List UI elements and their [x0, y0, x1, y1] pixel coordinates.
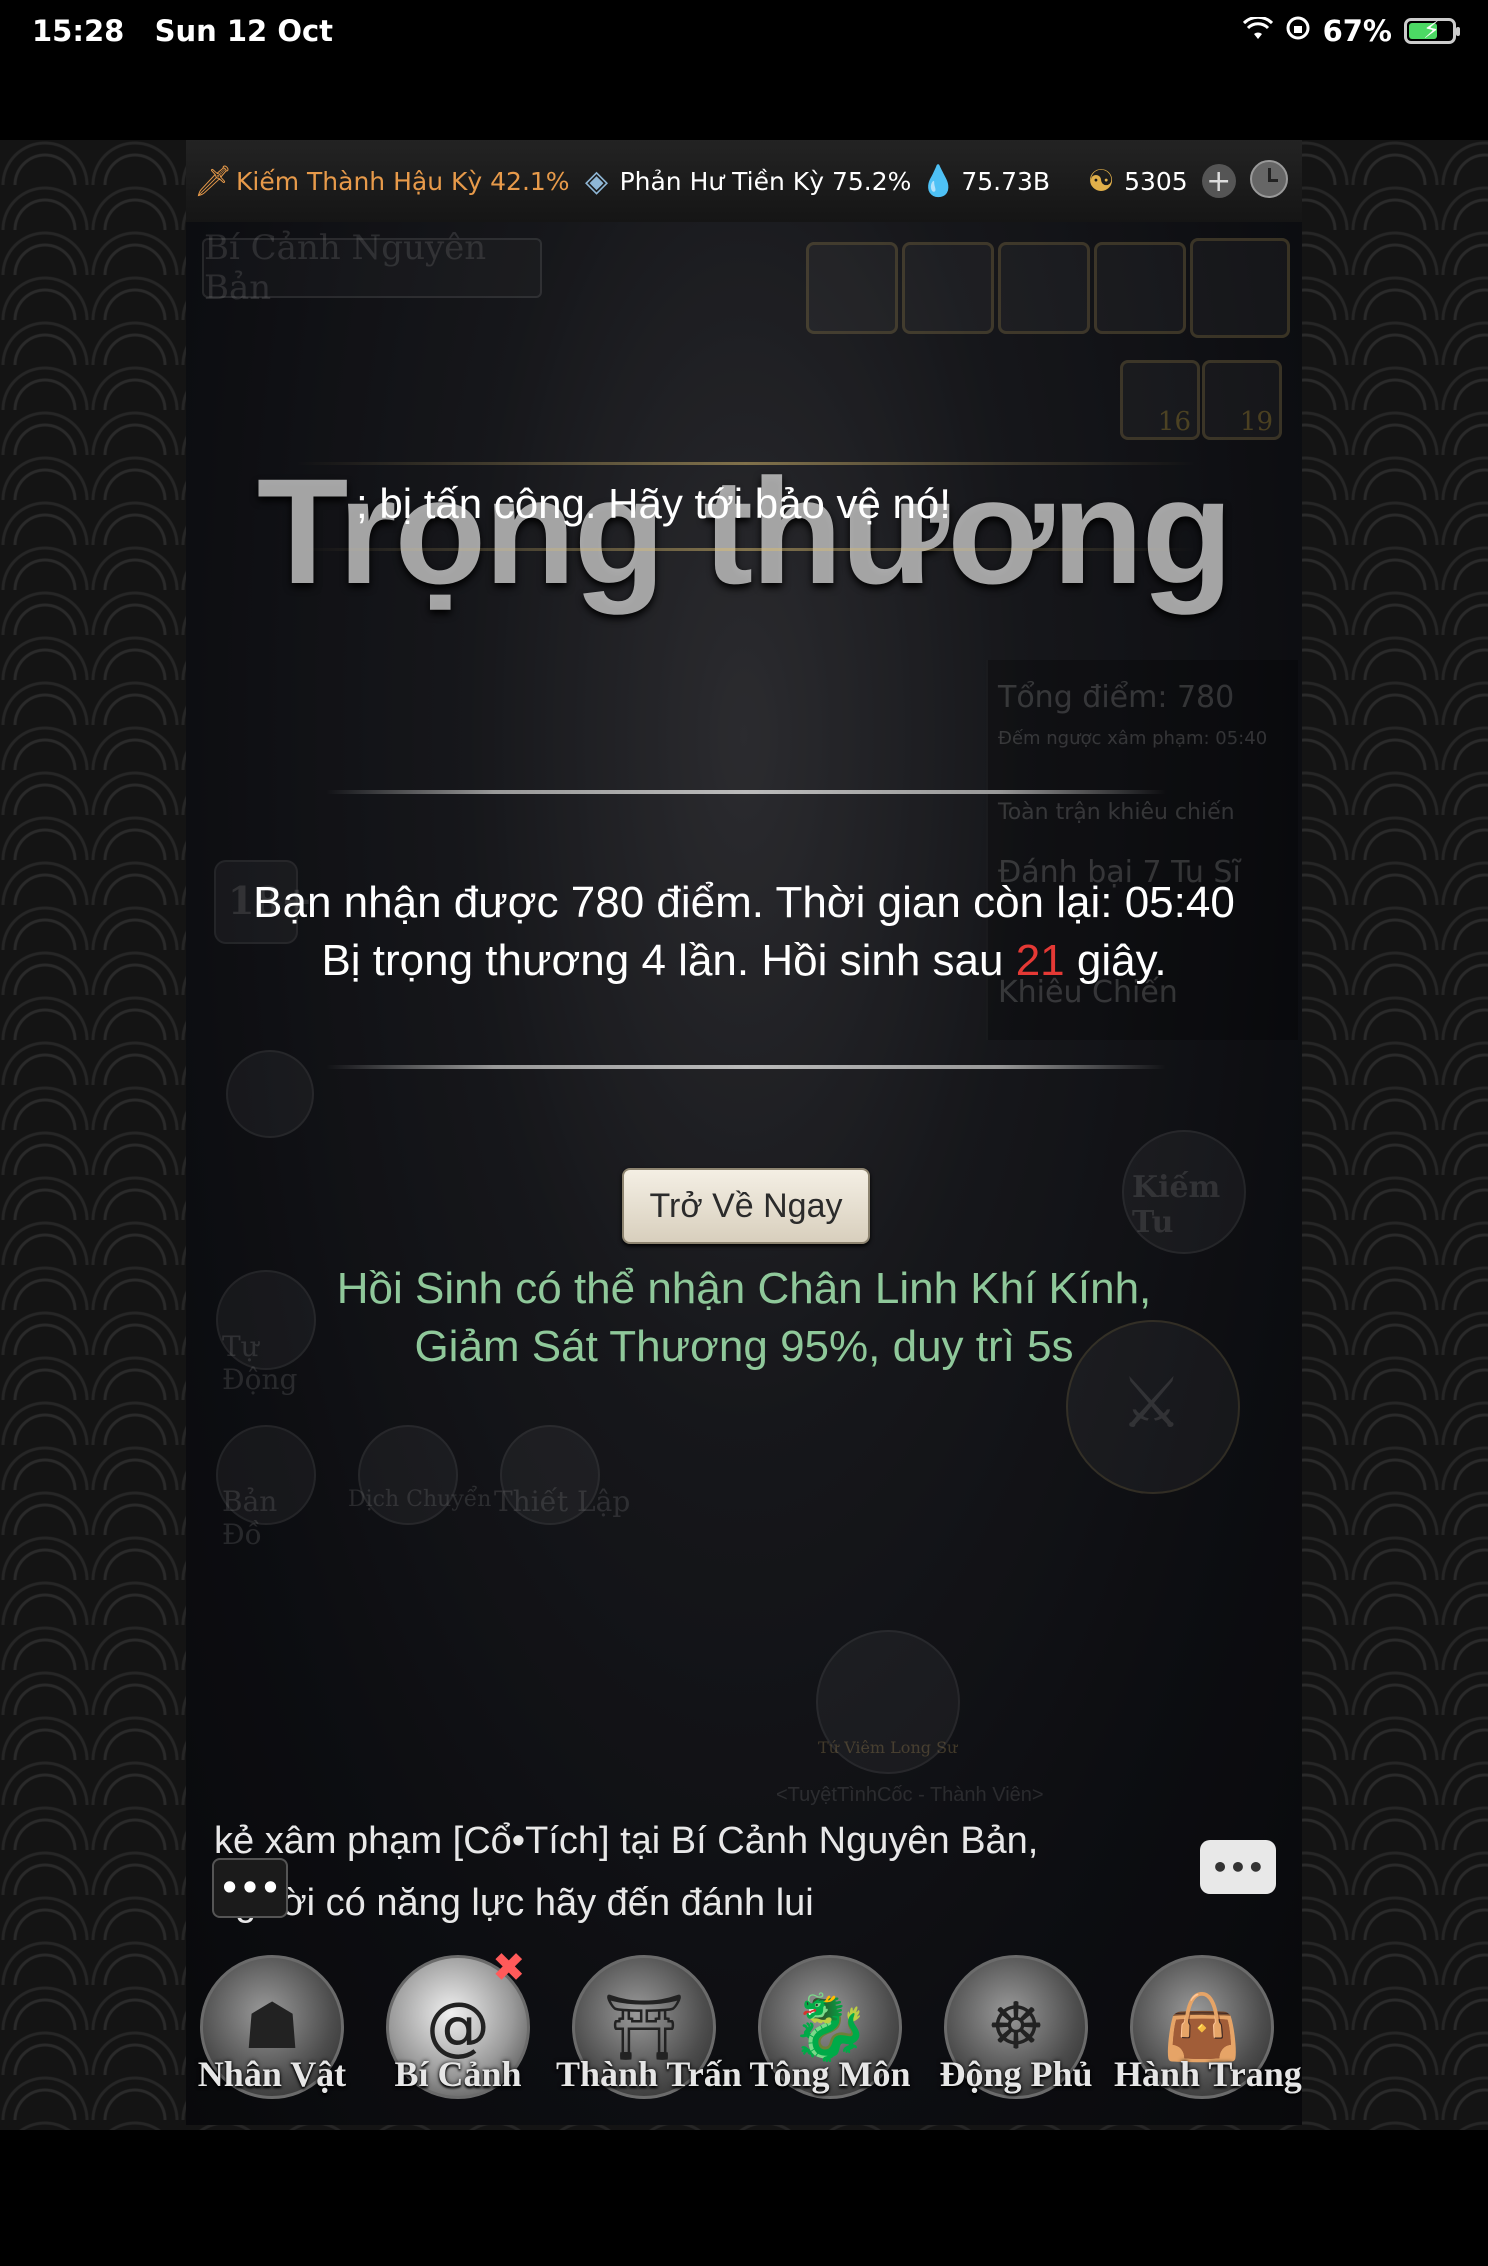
revive-prefix: Bị trọng thương 4 lần. Hồi sinh sau: [321, 936, 1016, 985]
nav-label: Bí Cảnh: [394, 2054, 522, 2094]
date-text: Sun 12 Oct: [154, 14, 334, 48]
coin-amount: 5305: [1124, 166, 1188, 196]
resource-bar: 🗡 Kiếm Thành Hậu Kỳ 42.1% ◈ Phản Hư Tiền…: [186, 140, 1302, 222]
time-text: 15:28: [32, 14, 125, 48]
battery-percent: 67%: [1322, 14, 1392, 48]
realm-sword-text: Kiếm Thành Hậu Kỳ 42.1%: [236, 166, 570, 196]
realm-cultivation[interactable]: ◈ Phản Hư Tiền Kỳ 75.2%: [580, 163, 912, 199]
nav-item-secret-realm[interactable]: @ ✖ Bí Cảnh: [380, 1945, 536, 2125]
buff-line-2: Giảm Sát Thương 95%, duy trì 5s: [414, 1322, 1074, 1371]
attack-alert: ; bị tấn công. Hãy tới bảo vệ nó!: [356, 480, 951, 527]
revive-suffix: giây.: [1064, 936, 1167, 985]
orientation-lock-icon: [1285, 14, 1311, 48]
battle-badge-icon: ✖: [492, 1945, 526, 1991]
fan-icon: ◈: [585, 163, 609, 199]
nav-item-character[interactable]: ☗ Nhân Vật: [194, 1945, 350, 2125]
nav-label: Nhân Vật: [197, 2054, 347, 2094]
crystal-icon: 💧: [919, 163, 958, 199]
nav-item-cave[interactable]: ☸ Động Phủ: [938, 1945, 1094, 2125]
nav-item-bag[interactable]: 👜 Hành Trang: [1114, 1945, 1302, 2125]
realm-cultivation-text: Phản Hư Tiền Kỳ 75.2%: [619, 166, 912, 196]
status-right: 67% ⚡: [1242, 14, 1460, 48]
bottom-nav: ☗ Nhân Vật @ ✖ Bí Cảnh ⛩ Thành Trấn 🐉 Tô…: [186, 1945, 1302, 2125]
add-coins-button[interactable]: +: [1201, 164, 1236, 199]
nav-label: Tông Môn: [749, 2054, 911, 2094]
divider-bottom: [326, 1065, 1166, 1069]
realm-sword[interactable]: 🗡 Kiếm Thành Hậu Kỳ 42.1%: [193, 163, 570, 199]
nav-item-sect[interactable]: 🐉 Tông Môn: [749, 1945, 911, 2125]
world-chat-message: kẻ xâm phạm [Cổ•Tích] tại Bí Cảnh Nguyên…: [214, 1810, 1154, 1934]
revive-seconds: 21: [1015, 936, 1065, 985]
game-viewport: Bí Cảnh Nguyên Bản 16 19 Tổng điểm: 780 …: [186, 140, 1302, 2125]
return-now-button[interactable]: Trở Về Ngay: [622, 1168, 870, 1244]
nav-item-town[interactable]: ⛩ Thành Trấn: [556, 1945, 742, 2125]
status-time: 15:28 Sun 12 Oct: [32, 14, 333, 48]
revive-buff-info: Hồi Sinh có thể nhận Chân Linh Khí Kính,…: [186, 1260, 1302, 1376]
status-bar: 15:28 Sun 12 Oct 67% ⚡: [0, 0, 1488, 64]
nav-label: Động Phủ: [939, 2054, 1093, 2094]
coin-icon: ☯: [1087, 163, 1115, 199]
chat-line-2: người có năng lực hãy đến đánh lui: [214, 1882, 814, 1924]
alert-line-top: [296, 462, 1196, 465]
clock-icon[interactable]: [1250, 160, 1288, 198]
divider-top: [326, 790, 1166, 794]
battery-icon: ⚡: [1404, 16, 1460, 44]
coin-resource[interactable]: ☯ 5305 +: [1084, 163, 1236, 199]
buff-line-1: Hồi Sinh có thể nhận Chân Linh Khí Kính,: [336, 1264, 1152, 1313]
chat-line-1: kẻ xâm phạm [Cổ•Tích] tại Bí Cảnh Nguyên…: [214, 1820, 1039, 1862]
nav-label: Thành Trấn: [556, 2054, 742, 2094]
chat-more-button[interactable]: •••: [212, 1858, 288, 1918]
headline-serious-injury: Trọng thương: [256, 447, 1233, 615]
sword-icon: 🗡: [193, 163, 233, 199]
wifi-icon: [1242, 14, 1273, 48]
score-info: Bạn nhận được 780 điểm. Thời gian còn lạ…: [253, 878, 1235, 927]
crystal-amount: 75.73B: [961, 166, 1051, 196]
alert-line-bottom: [296, 548, 1196, 551]
revive-info: Bị trọng thương 4 lần. Hồi sinh sau 21 g…: [186, 932, 1302, 990]
crystal-resource[interactable]: 💧 75.73B: [919, 163, 1051, 199]
nav-label: Hành Trang: [1114, 2054, 1302, 2094]
chat-bubble-button[interactable]: •••: [1200, 1840, 1276, 1894]
